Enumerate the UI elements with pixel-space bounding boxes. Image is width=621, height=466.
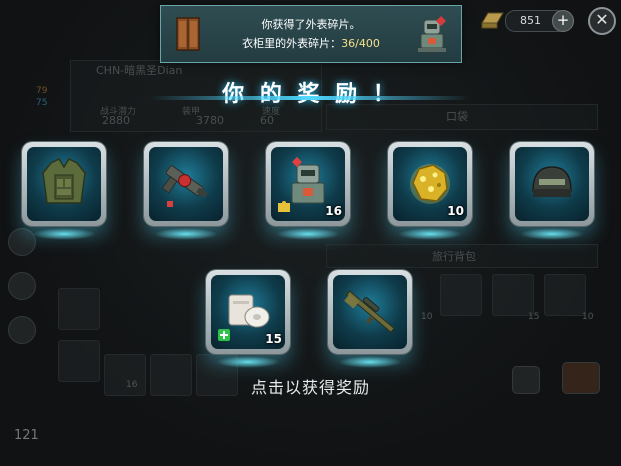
close-button[interactable]: ✕: [588, 7, 616, 35]
reward-card-bandage[interactable]: 15: [206, 270, 290, 368]
reward-card-red-blaster[interactable]: [144, 142, 228, 240]
reward-card-sniper-rifle[interactable]: [328, 270, 412, 368]
card-glow: [276, 228, 340, 240]
card-glow: [32, 228, 96, 240]
reward-card-armor-vest[interactable]: [22, 142, 106, 240]
sniper-rifle-icon: [344, 290, 395, 333]
gold-bar-icon: [481, 12, 504, 29]
armor-vest-icon: [42, 158, 86, 204]
card-glow: [154, 228, 218, 240]
add-currency-button[interactable]: +: [552, 10, 574, 32]
robot-skin-icon: [418, 16, 446, 52]
helmet-icon: [532, 166, 572, 197]
reward-card-inner: [149, 147, 223, 221]
currency-amount: 851: [520, 14, 541, 27]
title-underline: [150, 96, 470, 100]
notification-banner: 你获得了外表碎片。 衣柜里的外表碎片：36/400: [160, 5, 462, 63]
card-glow: [338, 356, 402, 368]
reward-title: 你 的 奖 励 ！: [222, 82, 399, 107]
reward-card-inner: [333, 275, 407, 349]
reward-card-combat-helmet[interactable]: [510, 142, 594, 240]
reward-card-inner: [27, 147, 101, 221]
card-glow: [216, 356, 280, 368]
reward-quantity: 16: [325, 204, 342, 218]
tap-to-claim-hint: 点击以获得奖励: [250, 378, 370, 397]
reward-quantity: 15: [265, 332, 282, 346]
banner-progress-label: 衣柜里的外表碎片：: [242, 37, 342, 50]
medical-cross-icon: [218, 329, 230, 341]
reward-card-robot-skin[interactable]: 16: [266, 142, 350, 240]
puzzle-piece-icon: [278, 201, 290, 212]
blaster-gun-icon: [161, 165, 208, 207]
card-glow: [520, 228, 584, 240]
reward-card-inner: [515, 147, 589, 221]
card-glow: [398, 228, 462, 240]
reward-card-gold-ore[interactable]: 10: [388, 142, 472, 240]
banner-progress-value: 36/400: [341, 37, 380, 50]
reward-quantity: 10: [447, 204, 464, 218]
